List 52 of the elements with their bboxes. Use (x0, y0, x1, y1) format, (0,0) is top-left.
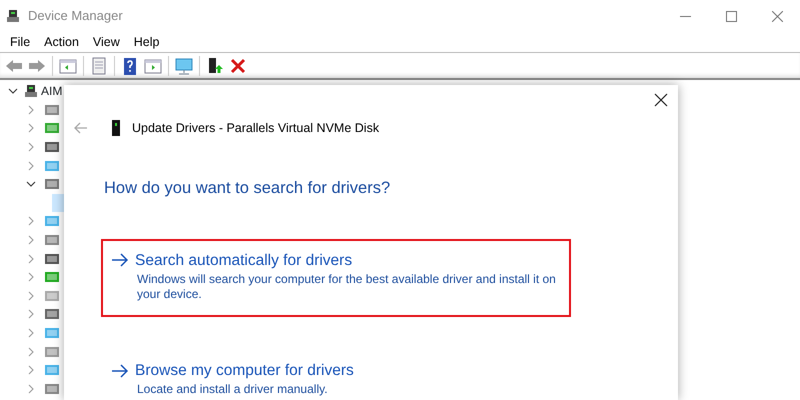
device-icon (44, 363, 60, 378)
drive-icon (112, 120, 120, 136)
expand-icon[interactable] (28, 384, 34, 394)
tree-item[interactable]: AIM (41, 82, 62, 100)
device-icon (44, 344, 60, 359)
dialog-heading: How do you want to search for drivers? (104, 178, 392, 199)
expand-icon[interactable] (28, 365, 34, 376)
device-icon (44, 233, 60, 248)
back-arrow-icon[interactable] (74, 122, 88, 134)
expand-icon[interactable] (28, 142, 34, 152)
device-icon (44, 140, 60, 154)
close-icon[interactable] (654, 93, 668, 107)
menu-item[interactable]: View (86, 32, 127, 52)
expand-icon[interactable] (28, 309, 34, 320)
expand-icon[interactable] (28, 346, 34, 357)
window-title: Device Manager (28, 7, 123, 26)
option-link[interactable]: Search automatically for drivers (135, 248, 352, 272)
menu-item[interactable]: Help (126, 32, 166, 52)
device-icon (44, 177, 60, 192)
device-icon (44, 102, 60, 117)
computer-icon (24, 83, 38, 100)
arrow-icon (111, 253, 129, 268)
expand-icon[interactable] (28, 216, 34, 226)
device-icon (44, 326, 60, 340)
expand-icon[interactable] (28, 254, 34, 264)
collapse-icon[interactable] (8, 88, 18, 94)
expand-icon[interactable] (28, 272, 34, 282)
option-description: Windows will search your computer for the best available driver and install it on your device. (137, 272, 557, 303)
option-description: Locate and install a driver manually. (137, 382, 329, 398)
expand-icon[interactable] (28, 235, 34, 246)
menu-item[interactable]: Action (37, 32, 86, 52)
device-icon (44, 382, 60, 396)
device-icon (44, 307, 60, 322)
expand-icon[interactable] (28, 123, 34, 134)
maximize-icon[interactable] (726, 10, 736, 22)
device-icon (44, 121, 60, 136)
dialog-title: Update Drivers - Parallels Virtual NVMe Disk (132, 120, 380, 137)
expand-icon[interactable] (28, 104, 34, 115)
collapse-icon[interactable] (26, 181, 36, 188)
device-icon (44, 158, 60, 173)
menu-item[interactable]: File (3, 32, 38, 52)
monitor-icon[interactable] (174, 56, 194, 76)
computer-icon (6, 8, 20, 24)
option-link[interactable]: Browse my computer for drivers (135, 358, 354, 382)
expand-icon[interactable] (28, 160, 34, 171)
expand-icon[interactable] (28, 328, 34, 338)
device-icon (44, 252, 60, 266)
expand-icon[interactable] (28, 290, 34, 301)
device-icon (44, 270, 60, 284)
device-icon (44, 288, 60, 303)
device-icon (44, 214, 60, 228)
arrow-icon (111, 364, 129, 378)
